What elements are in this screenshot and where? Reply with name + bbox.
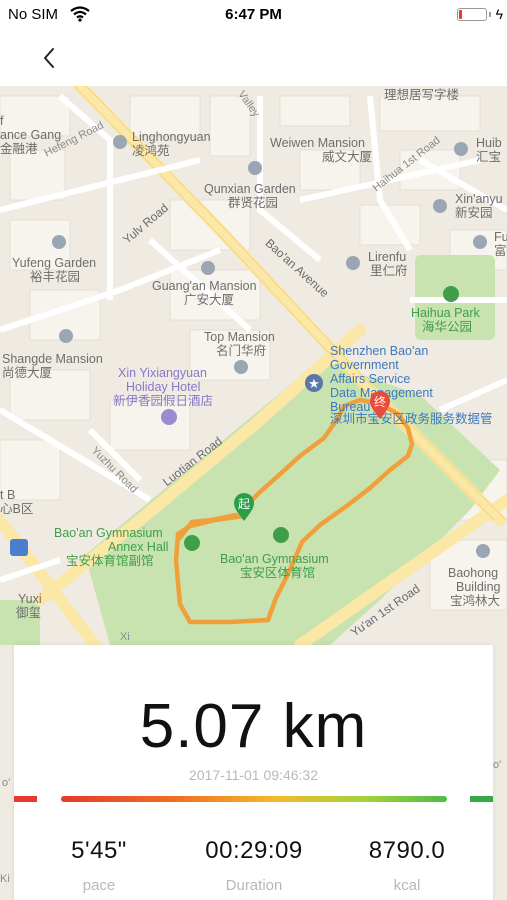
run-datetime: 2017-11-01 09:46:32 (189, 767, 318, 783)
map-label: 深圳市宝安区政务服务数据管 (330, 412, 493, 426)
map-label: 凌鸿苑 (132, 144, 170, 158)
map-label: 海华公园 (422, 320, 473, 334)
map-label: Bao'an Gymnasium (220, 552, 329, 566)
hotel-icon (161, 409, 177, 425)
start-marker-label: 起 (237, 497, 250, 511)
map-label: ance Gang (0, 128, 62, 142)
battery-icon (457, 8, 487, 21)
map-label: 富 (494, 244, 507, 258)
map-label: 宝安区体育馆 (240, 566, 316, 580)
map-label: Holiday Hotel (126, 380, 201, 394)
map-label: 新安园 (455, 206, 493, 220)
map-label: Weiwen Mansion (270, 136, 365, 150)
map-label: Shangde Mansion (2, 352, 103, 366)
map-label: 威文大厦 (322, 150, 373, 164)
map-label: t B (0, 488, 16, 502)
map-label: Affairs Service (330, 372, 411, 386)
battery-level-fill (459, 10, 462, 19)
map-label: 里仁府 (370, 264, 408, 278)
map-label: 群贤花园 (228, 196, 279, 210)
map-label: 新伊香园假日酒店 (113, 394, 214, 408)
gymnasium-icon (273, 527, 289, 543)
map-label: 尚德大厦 (2, 366, 53, 380)
map-label: 广安大厦 (184, 293, 235, 307)
map-label: 裕丰花园 (30, 270, 81, 284)
duration-value: 00:29:09 (205, 837, 303, 864)
svg-text:★: ★ (308, 377, 320, 392)
pace-value: 5'45" (71, 837, 127, 864)
map-label: Xi (120, 631, 130, 643)
status-bar: No SIM 6:47 PM ϟ (0, 0, 507, 30)
kcal-value: 8790.0 (368, 837, 446, 864)
map-label: Building (456, 580, 501, 594)
map-label: 金融港 (0, 142, 38, 156)
map-label: 名门华府 (216, 344, 267, 358)
end-marker: 终 (369, 390, 391, 420)
map-label: Xin'anyu (455, 192, 503, 206)
map-label: f (0, 114, 4, 128)
map-label: Shenzhen Bao'an (330, 344, 429, 358)
kcal-label: kcal (393, 877, 421, 894)
park-icon (443, 286, 459, 302)
map-label: 宝鸿林大 (450, 594, 501, 608)
map-label: Ki (0, 873, 10, 885)
map-label: o' (493, 759, 502, 771)
pace-stat: 5'45" pace (19, 837, 179, 894)
battery-tip (489, 12, 491, 17)
map-label: Lirenfu (368, 250, 407, 264)
map-label: Government (330, 358, 399, 372)
run-summary-card: 5.07 km 2017-11-01 09:46:32 5'45" pace 0… (14, 645, 493, 900)
bus-stop-icon (10, 539, 28, 556)
map-label: Baohong (448, 566, 499, 580)
duration-label: Duration (225, 877, 283, 894)
pace-label: pace (82, 877, 116, 894)
back-button[interactable] (34, 40, 64, 76)
charging-bolt-icon: ϟ (495, 6, 503, 22)
map-label: o' (2, 777, 11, 789)
map-label: Guang'an Mansion (152, 279, 257, 293)
map-label: 宝安体育馆副馆 (66, 554, 154, 568)
map-label: Linghongyuan (132, 130, 211, 144)
map-label: Xin Yixiangyuan (118, 366, 207, 380)
navigation-bar (0, 30, 507, 86)
pace-bar-end-segment (470, 796, 493, 802)
map-label: Haihua Park (411, 306, 480, 320)
map-label: Fu (494, 230, 507, 244)
duration-stat: 00:29:09 Duration (174, 837, 334, 894)
map-label: Yuxi (18, 592, 42, 606)
map-label: 心B区 (0, 502, 34, 516)
map-label: 汇宝 (476, 150, 502, 164)
pace-bar-start-segment (14, 796, 37, 802)
distance-value: 5.07 km (139, 692, 368, 761)
chevron-left-icon (44, 48, 54, 68)
map-label: 理想居写字楼 (384, 88, 460, 102)
clock: 6:47 PM (225, 6, 282, 23)
map-label: 御玺 (16, 606, 42, 620)
end-marker-label: 终 (373, 395, 386, 409)
map-label: Annex Hall (108, 540, 169, 554)
map-label: Huib (476, 136, 502, 150)
start-marker: 起 (233, 492, 255, 522)
kcal-stat: 8790.0 kcal (327, 837, 487, 894)
map-label: Qunxian Garden (204, 182, 296, 196)
pace-gradient-bar (61, 796, 447, 802)
map-label: Top Mansion (204, 330, 275, 344)
map-label: Yufeng Garden (12, 256, 97, 270)
map-label: Bao'an Gymnasium (54, 526, 163, 540)
gymnasium-annex-icon (184, 535, 200, 551)
